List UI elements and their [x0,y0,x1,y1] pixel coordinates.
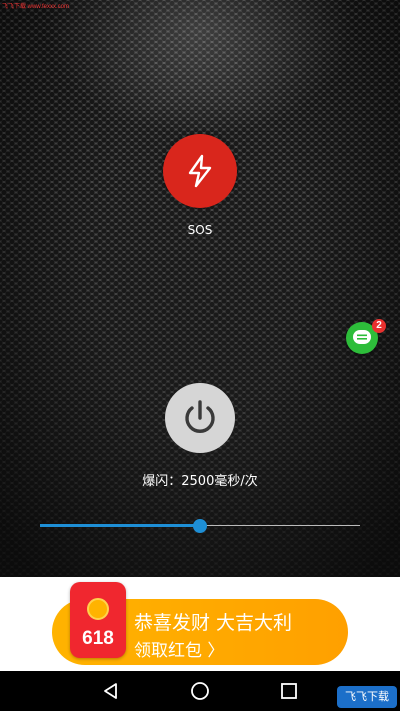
home-button[interactable] [188,679,212,703]
red-packet-badge[interactable]: 618 [70,582,126,658]
recents-square-icon [281,683,297,699]
back-triangle-icon [104,683,117,699]
promo-number: 618 [82,628,114,649]
ad-area: 618 恭喜发财 大吉大利 领取红包 〉 [0,577,400,671]
coin-icon [87,598,109,620]
lightning-icon [188,154,212,188]
power-icon [185,400,215,433]
chat-bubble-icon [353,330,371,344]
recents-button[interactable] [277,679,301,703]
sos-button[interactable] [163,134,237,208]
home-circle-icon [191,682,209,700]
site-logo: 飞飞下载 [337,686,397,708]
flash-rate-label: 爆闪：2500毫秒/次 [142,474,258,489]
sos-label: SOS [187,223,213,237]
slider-thumb[interactable] [193,519,207,533]
slider-fill [40,524,200,527]
notification-badge: 2 [372,319,386,333]
ad-title: 恭喜发财 大吉大利 [134,612,293,634]
power-button[interactable] [165,383,235,453]
flash-rate-slider[interactable] [40,518,360,534]
watermark-text: 飞飞下载 www.fexxx.com [2,4,70,10]
back-button[interactable] [99,679,123,703]
mesh-background [0,0,400,577]
ad-subtitle[interactable]: 领取红包 〉 [134,636,224,661]
